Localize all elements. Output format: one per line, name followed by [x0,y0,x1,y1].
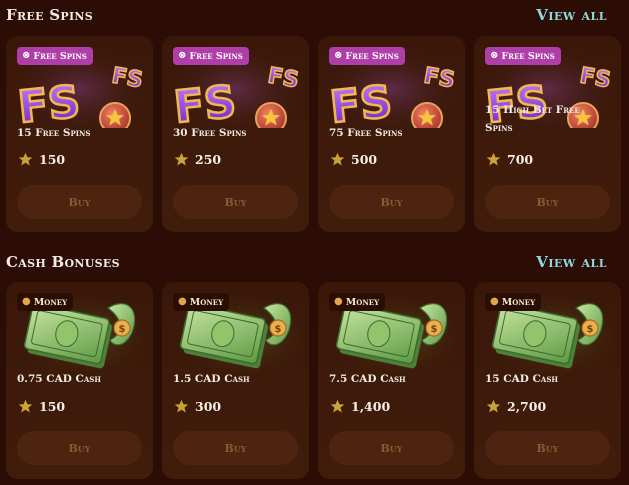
svg-text:FS: FS [328,76,395,128]
free-spins-card[interactable]: FS FS ⊗ Free Spins 75 Free Spins 500 Buy [318,36,465,232]
cash-bonus-card[interactable]: $ ● Money 15 CAD Cash 2,700 Buy [474,282,621,479]
badge-label: Free Spins [345,50,399,62]
svg-text:FS: FS [110,63,145,93]
money-icon: ● [22,296,31,307]
money-badge: ● Money [17,293,74,311]
money-icon: ● [334,296,343,307]
free-spins-title: Free Spins [6,6,94,24]
free-spins-icon: ⊗ [22,50,31,61]
buy-button[interactable]: Buy [17,431,142,465]
money-badge: ● Money [173,293,230,311]
buy-button[interactable]: Buy [17,185,142,219]
money-badge: ● Money [485,293,542,311]
badge-label: Money [501,296,536,308]
price: 250 [174,152,221,167]
svg-text:$: $ [275,324,282,335]
buy-button[interactable]: Buy [485,185,610,219]
free-spins-header: Free Spins View all [6,3,607,27]
cash-bonus-card[interactable]: $ ● Money 1.5 CAD Cash 300 Buy [162,282,309,479]
free-spins-badge: ⊗ Free Spins [485,47,561,65]
price: 150 [18,152,65,167]
svg-text:FS: FS [172,76,239,128]
badge-label: Free Spins [189,50,243,62]
badge-label: Free Spins [501,50,555,62]
star-icon [174,399,189,413]
card-name: 30 Free Spins [173,127,247,139]
price: 700 [486,152,533,167]
price-value: 700 [507,152,534,167]
card-name: 15 CAD Cash [485,373,558,385]
free-spins-card[interactable]: FS FS ⊗ Free Spins 15 Free Spins 150 Buy [6,36,153,232]
cash-bonuses-row: $ ● Money 0.75 CAD Cash 150 Buy $ ● Mone… [6,282,629,479]
free-spins-card[interactable]: FS FS ⊗ Free Spins 30 Free Spins 250 Buy [162,36,309,232]
badge-label: Money [345,296,380,308]
buy-button[interactable]: Buy [173,185,298,219]
price-value: 150 [39,399,66,414]
svg-text:FS: FS [578,63,613,93]
buy-button[interactable]: Buy [329,185,454,219]
card-name: 15 Free Spins [17,127,91,139]
star-icon [18,399,33,413]
card-name: 75 Free Spins [329,127,403,139]
cash-bonus-card[interactable]: $ ● Money 0.75 CAD Cash 150 Buy [6,282,153,479]
free-spins-badge: ⊗ Free Spins [17,47,93,65]
svg-text:FS: FS [16,76,83,128]
money-badge: ● Money [329,293,386,311]
cash-bonuses-title: Cash Bonuses [6,253,120,271]
star-icon [330,399,345,413]
free-spins-icon: ⊗ [178,50,187,61]
buy-button[interactable]: Buy [173,431,298,465]
money-icon: ● [178,296,187,307]
card-name: 0.75 CAD Cash [17,373,101,385]
svg-text:$: $ [587,324,594,335]
star-icon [174,152,189,166]
svg-text:FS: FS [422,63,457,93]
cash-bonuses-view-all-link[interactable]: View all [536,253,607,271]
card-name: 7.5 CAD Cash [329,373,406,385]
badge-label: Money [189,296,224,308]
svg-text:$: $ [431,324,438,335]
price-value: 250 [195,152,222,167]
price: 300 [174,399,221,414]
free-spins-icon: ⊗ [490,50,499,61]
free-spins-row: FS FS ⊗ Free Spins 15 Free Spins 150 Buy… [6,36,629,232]
cash-bonus-card[interactable]: $ ● Money 7.5 CAD Cash 1,400 Buy [318,282,465,479]
star-icon [330,152,345,166]
price: 150 [18,399,65,414]
free-spins-badge: ⊗ Free Spins [329,47,405,65]
price-value: 2,700 [507,399,547,414]
cash-bonuses-header: Cash Bonuses View all [6,250,607,274]
badge-label: Free Spins [33,50,87,62]
buy-button[interactable]: Buy [485,431,610,465]
price: 500 [330,152,377,167]
svg-text:$: $ [119,324,126,335]
price: 1,400 [330,399,390,414]
free-spins-badge: ⊗ Free Spins [173,47,249,65]
card-name: 1.5 CAD Cash [173,373,250,385]
badge-label: Money [33,296,68,308]
price-value: 500 [351,152,378,167]
free-spins-view-all-link[interactable]: View all [536,6,607,24]
price: 2,700 [486,399,546,414]
free-spins-icon: ⊗ [334,50,343,61]
price-value: 1,400 [351,399,391,414]
buy-button[interactable]: Buy [329,431,454,465]
star-icon [486,152,501,166]
money-icon: ● [490,296,499,307]
card-name: 15 High Bet Free Spins [485,104,580,134]
free-spins-card[interactable]: FS FS ⊗ Free Spins 15 High Bet Free Spin… [474,36,621,232]
svg-text:FS: FS [266,63,301,93]
star-icon [18,152,33,166]
star-icon [486,399,501,413]
price-value: 300 [195,399,222,414]
price-value: 150 [39,152,66,167]
